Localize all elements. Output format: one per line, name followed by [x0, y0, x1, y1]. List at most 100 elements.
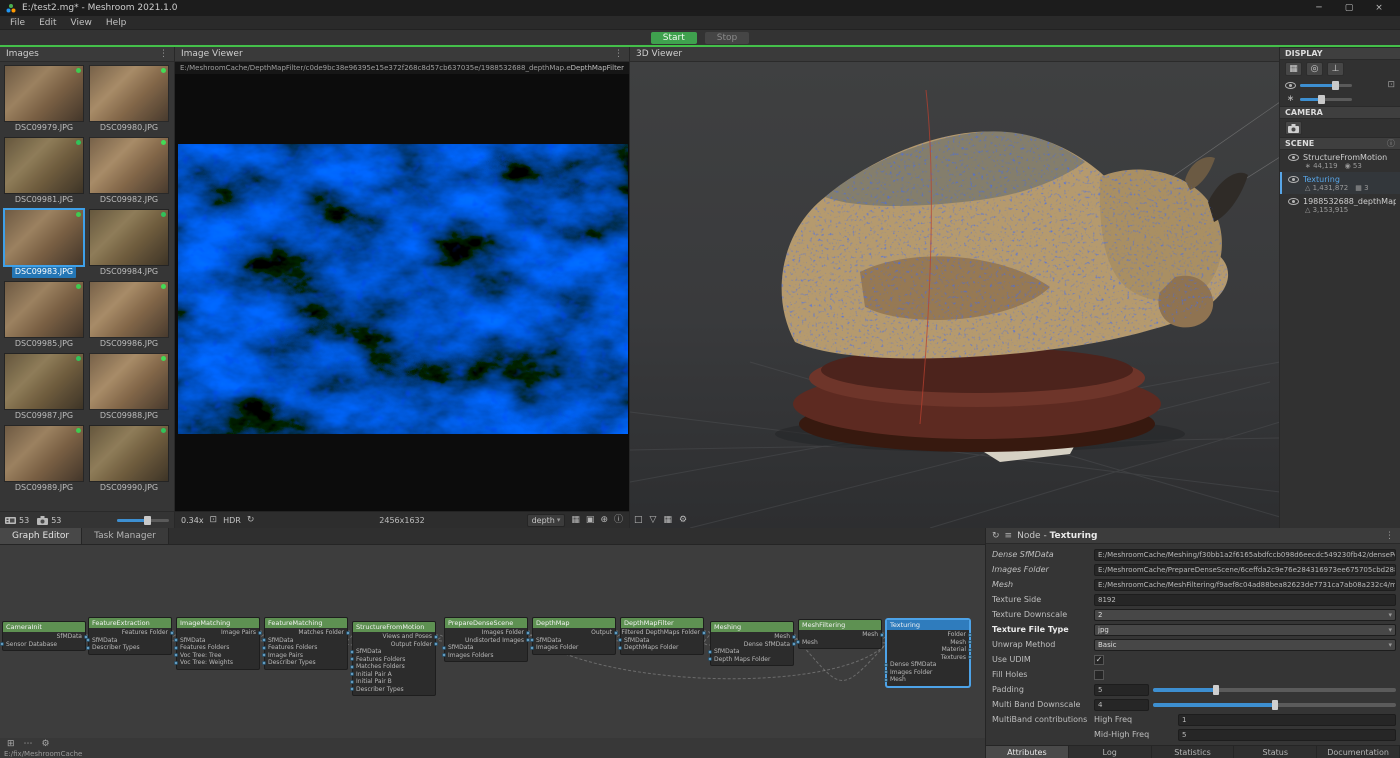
attr-input-mesh[interactable]: E:/MeshroomCache/MeshFiltering/f9aef8c04… — [1094, 579, 1396, 591]
thumbnail-image[interactable] — [89, 209, 169, 266]
graph-node-depthmap[interactable]: DepthMapOutputSfMDataImages Folder — [532, 617, 616, 655]
visibility-eye-icon[interactable] — [1288, 198, 1299, 205]
port-dot[interactable] — [792, 635, 796, 639]
info-icon[interactable]: ⓘ — [614, 516, 623, 525]
graph-canvas[interactable]: CameraInitSfMDataSensor DatabaseFeatureE… — [0, 545, 985, 738]
port-dot[interactable] — [526, 631, 530, 635]
attr-input-high-freq[interactable]: 1 — [1178, 714, 1396, 726]
image-thumbnail-dsc09986-jpg[interactable]: DSC09986.JPG — [88, 281, 170, 350]
port-dot[interactable] — [0, 642, 4, 646]
attr-value-multi-band-downscale[interactable]: 4 — [1094, 699, 1149, 711]
channel-selector[interactable]: depth ▾ — [527, 514, 566, 527]
port-dot[interactable] — [614, 631, 618, 635]
image-thumbnail-dsc09989-jpg[interactable]: DSC09989.JPG — [3, 425, 85, 494]
thumbnail-image[interactable] — [89, 281, 169, 338]
thumbnail-size-slider[interactable] — [117, 519, 169, 522]
tab-task-manager[interactable]: Task Manager — [82, 528, 169, 544]
visibility-eye-icon[interactable] — [1288, 154, 1299, 161]
refresh-view-icon[interactable]: ↻ — [247, 516, 255, 525]
camera-scale-slider[interactable] — [1300, 98, 1352, 101]
port-dot[interactable] — [350, 657, 354, 661]
attr-input-dense-sfmdata[interactable]: E:/MeshroomCache/Meshing/f30bb1a2f6165ab… — [1094, 549, 1396, 561]
port-dot[interactable] — [796, 640, 800, 644]
graph-node-camerainit[interactable]: CameraInitSfMDataSensor Database — [2, 621, 86, 651]
tab-graph-editor[interactable]: Graph Editor — [0, 528, 82, 544]
zoom-level[interactable]: 0.34x — [181, 516, 204, 525]
grid-overlay-icon[interactable]: ▦ — [571, 516, 580, 525]
thumbnail-image[interactable] — [4, 209, 84, 266]
port-dot[interactable] — [350, 680, 354, 684]
attr-combo-unwrap-method[interactable]: Basic — [1094, 639, 1396, 651]
port-dot[interactable] — [708, 650, 712, 654]
port-dot[interactable] — [434, 635, 438, 639]
visibility-eye-icon[interactable] — [1288, 176, 1299, 183]
menu-view[interactable]: View — [64, 18, 99, 28]
attr-slider-multi-band-downscale[interactable] — [1153, 703, 1396, 707]
scene-info-icon[interactable]: ⓘ — [1387, 138, 1395, 149]
graph-settings-icon[interactable]: ⚙ — [42, 739, 50, 749]
port-dot[interactable] — [262, 646, 266, 650]
port-dot[interactable] — [530, 646, 534, 650]
port-dot[interactable] — [618, 646, 622, 650]
port-dot[interactable] — [350, 687, 354, 691]
image-thumbnail-dsc09988-jpg[interactable]: DSC09988.JPG — [88, 353, 170, 422]
port-dot[interactable] — [530, 638, 534, 642]
port-dot[interactable] — [702, 631, 706, 635]
port-dot[interactable] — [968, 633, 972, 637]
port-dot[interactable] — [884, 670, 888, 674]
graph-node-meshing[interactable]: MeshingMeshDense SfMDataSfMDataDepth Map… — [710, 621, 794, 666]
port-dot[interactable] — [350, 650, 354, 654]
hdr-toggle[interactable]: HDR — [223, 516, 241, 525]
graph-node-featurematching[interactable]: FeatureMatchingMatches FolderSfMDataFeat… — [264, 617, 348, 670]
render-settings-icon[interactable]: ⚙ — [679, 515, 687, 525]
wireframe-icon[interactable]: ▽ — [650, 515, 657, 525]
point-visibility-eye-icon[interactable] — [1285, 82, 1296, 89]
crop-icon[interactable]: ⊡ — [210, 516, 218, 525]
graph-node-featureextraction[interactable]: FeatureExtractionFeatures FolderSfMDataD… — [88, 617, 172, 655]
port-dot[interactable] — [350, 665, 354, 669]
graph-node-preparedensescene[interactable]: PrepareDenseSceneImages FolderUndistorte… — [444, 617, 528, 662]
graph-node-structurefrommotion[interactable]: StructureFromMotionViews and PosesOutput… — [352, 621, 436, 696]
node-panel-menu-icon[interactable]: ⋮ — [1385, 531, 1394, 541]
point-size-slider[interactable] — [1300, 84, 1352, 87]
gizmo-icon[interactable]: ⊥ — [1327, 62, 1344, 76]
menu-file[interactable]: File — [3, 18, 32, 28]
scene-item-structurefrommotion[interactable]: StructureFromMotion∗ 44,119◉ 53 — [1280, 150, 1400, 172]
port-dot[interactable] — [262, 638, 266, 642]
grid-view-icon[interactable]: ▦ — [1285, 62, 1302, 76]
image-thumbnail-dsc09984-jpg[interactable]: DSC09984.JPG — [88, 209, 170, 278]
thumbnail-image[interactable] — [89, 137, 169, 194]
minimize-button[interactable]: ─ — [1304, 0, 1334, 16]
image-thumbnail-dsc09980-jpg[interactable]: DSC09980.JPG — [88, 65, 170, 134]
port-dot[interactable] — [86, 646, 90, 650]
port-dot[interactable] — [442, 653, 446, 657]
more-options-icon[interactable]: ⋯ — [24, 739, 33, 749]
tab-log[interactable]: Log — [1069, 746, 1152, 758]
thumbnail-image[interactable] — [4, 353, 84, 410]
graph-node-texturing[interactable]: TexturingFolderMeshMaterialTexturesDense… — [886, 619, 970, 687]
port-dot[interactable] — [442, 646, 446, 650]
scene-item-1988532688-depthmap-exr[interactable]: 1988532688_depthMap.exr△ 3,153,915 — [1280, 194, 1400, 216]
port-dot[interactable] — [170, 631, 174, 635]
stop-button[interactable]: Stop — [705, 32, 749, 44]
attr-combo-texture-file-type[interactable]: jpg — [1094, 624, 1396, 636]
bbox-icon[interactable]: □ — [634, 515, 643, 525]
port-dot[interactable] — [86, 638, 90, 642]
image-thumbnail-dsc09982-jpg[interactable]: DSC09982.JPG — [88, 137, 170, 206]
attr-input-texture-side[interactable]: 8192 — [1094, 594, 1396, 606]
image-thumbnail-dsc09990-jpg[interactable]: DSC09990.JPG — [88, 425, 170, 494]
image-thumbnail-dsc09983-jpg[interactable]: DSC09983.JPG — [3, 209, 85, 278]
fit-graph-icon[interactable]: ⊞ — [7, 739, 15, 749]
port-dot[interactable] — [880, 633, 884, 637]
image-viewer-menu-icon[interactable]: ⋮ — [614, 49, 623, 59]
port-dot[interactable] — [174, 646, 178, 650]
images-menu-icon[interactable]: ⋮ — [159, 49, 168, 59]
port-dot[interactable] — [174, 653, 178, 657]
attr-input-mid-high-freq[interactable]: 5 — [1178, 729, 1396, 741]
thumbnail-image[interactable] — [4, 137, 84, 194]
maximize-button[interactable]: ▢ — [1334, 0, 1364, 16]
port-dot[interactable] — [346, 631, 350, 635]
tab-documentation[interactable]: Documentation — [1317, 746, 1400, 758]
port-dot[interactable] — [708, 657, 712, 661]
tab-status[interactable]: Status — [1234, 746, 1317, 758]
